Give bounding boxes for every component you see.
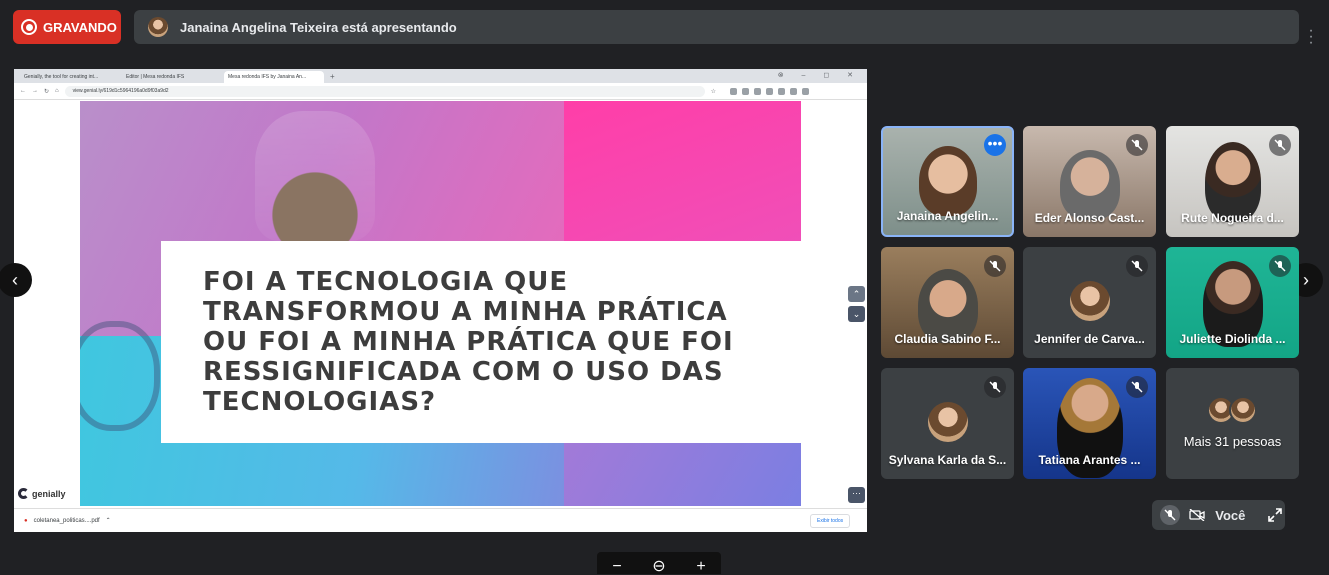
presenter-banner: Janaina Angelina Teixeira está apresenta… bbox=[134, 10, 1299, 44]
participant-name: Janaina Angelin... bbox=[896, 209, 999, 223]
participant-tile[interactable]: Claudia Sabino F... bbox=[881, 247, 1014, 358]
participant-name: Juliette Diolinda ... bbox=[1179, 332, 1286, 346]
zoom-in-button[interactable]: + bbox=[696, 559, 705, 575]
genially-logo: genially bbox=[18, 488, 66, 499]
participant-tile[interactable]: Rute Nogueira d... bbox=[1166, 126, 1299, 237]
mic-off-icon bbox=[984, 255, 1006, 277]
chevron-up-icon[interactable]: ⌃ bbox=[848, 286, 865, 302]
participant-video bbox=[918, 146, 977, 216]
reload-icon[interactable]: ↻ bbox=[44, 88, 49, 95]
participant-name: Tatiana Arantes ... bbox=[1038, 453, 1141, 467]
self-view-label: Você bbox=[1215, 507, 1246, 523]
zoom-toolbar: − ⊖ + bbox=[597, 552, 721, 575]
recording-indicator[interactable]: GRAVANDO bbox=[13, 10, 121, 44]
participant-avatar bbox=[1228, 396, 1257, 424]
mic-off-icon bbox=[1269, 255, 1291, 277]
back-icon[interactable]: ← bbox=[20, 88, 26, 94]
slide-pink-block bbox=[564, 101, 801, 241]
participant-tile[interactable]: ••• Janaina Angelin... bbox=[881, 126, 1014, 237]
more-options-icon[interactable]: ••• bbox=[984, 134, 1006, 156]
participant-tile[interactable]: Sylvana Karla da S... bbox=[881, 368, 1014, 479]
chevron-right-icon: › bbox=[1303, 269, 1309, 290]
address-bar: ← → ↻ ⌂ view.genial.ly/619d1c5964196a0d9… bbox=[14, 83, 867, 100]
participant-name: Rute Nogueira d... bbox=[1181, 211, 1284, 225]
browser-tab-active[interactable]: Mesa redonda IFS by Janaina An... bbox=[224, 71, 324, 83]
window-controls[interactable]: ⊗ – ◻ ✕ bbox=[778, 71, 861, 79]
participant-avatar bbox=[1069, 281, 1110, 321]
slide-question-text: Foi a tecnologia que transformou a minha… bbox=[203, 267, 734, 417]
participant-tile[interactable]: Eder Alonso Cast... bbox=[1023, 126, 1156, 237]
new-tab-icon[interactable]: + bbox=[330, 72, 335, 81]
zoom-reset-icon[interactable]: ⊖ bbox=[652, 559, 665, 575]
presenter-avatar bbox=[148, 17, 168, 37]
mic-off-icon[interactable] bbox=[1160, 505, 1180, 525]
browser-tab[interactable]: Editor | Mesa redonda IFS bbox=[122, 71, 222, 83]
participant-tile[interactable]: Juliette Diolinda ... bbox=[1166, 247, 1299, 358]
extension-icons[interactable] bbox=[730, 87, 810, 95]
show-all-downloads-button[interactable]: Exibir todos bbox=[810, 514, 851, 528]
chevron-down-icon[interactable]: ⌄ bbox=[848, 306, 865, 322]
mic-off-icon bbox=[1269, 134, 1291, 156]
more-participants-label: Mais 31 pessoas bbox=[1183, 434, 1282, 449]
browser-tab-strip: Genially, the tool for creating int... E… bbox=[14, 69, 867, 83]
participant-avatar-stack bbox=[1206, 396, 1257, 424]
self-view-bar[interactable]: Você bbox=[1152, 500, 1285, 530]
download-bar: ● coletanea_politicas....pdf ⌃ bbox=[14, 508, 867, 532]
star-icon[interactable]: ☆ bbox=[711, 88, 716, 95]
participant-tile[interactable]: Tatiana Arantes ... bbox=[1023, 368, 1156, 479]
more-options-icon[interactable]: · · · bbox=[1306, 23, 1316, 51]
presenter-text: Janaina Angelina Teixeira está apresenta… bbox=[180, 19, 457, 35]
download-file-name[interactable]: coletanea_politicas....pdf bbox=[34, 518, 100, 524]
more-participants-tile[interactable]: Mais 31 pessoas bbox=[1166, 368, 1299, 479]
slide-more-button[interactable]: ··· bbox=[848, 487, 865, 503]
url-field[interactable]: view.genial.ly/619d1c5964196a0d9f03a9d2 bbox=[64, 85, 705, 97]
participant-name: Jennifer de Carva... bbox=[1034, 332, 1145, 346]
forward-icon[interactable]: → bbox=[32, 88, 38, 94]
chevron-up-icon[interactable]: ⌃ bbox=[106, 517, 111, 524]
home-icon[interactable]: ⌂ bbox=[55, 88, 59, 94]
chevron-left-icon: ‹ bbox=[12, 269, 18, 290]
question-card: Foi a tecnologia que transformou a minha… bbox=[161, 241, 801, 443]
slide-purple-block bbox=[564, 443, 801, 506]
browser-tab[interactable]: Genially, the tool for creating int... bbox=[20, 71, 120, 83]
zoom-out-button[interactable]: − bbox=[612, 559, 621, 575]
mic-off-icon bbox=[1126, 255, 1148, 277]
hourglass-image bbox=[255, 111, 375, 241]
camera-off-icon[interactable] bbox=[1188, 505, 1208, 525]
pdf-icon: ● bbox=[24, 517, 28, 524]
shared-screen: Genially, the tool for creating int... E… bbox=[14, 69, 867, 532]
expand-icon[interactable] bbox=[1265, 505, 1285, 525]
participant-name: Sylvana Karla da S... bbox=[888, 453, 1007, 467]
mic-off-icon bbox=[1126, 376, 1148, 398]
participant-video bbox=[1059, 150, 1120, 220]
binder-clip-image bbox=[80, 321, 160, 431]
participant-tile[interactable]: Jennifer de Carva... bbox=[1023, 247, 1156, 358]
mic-off-icon bbox=[1126, 134, 1148, 156]
participant-video bbox=[1204, 142, 1261, 222]
participant-name: Claudia Sabino F... bbox=[894, 332, 1001, 346]
recording-label: GRAVANDO bbox=[43, 19, 117, 35]
record-icon bbox=[21, 19, 37, 35]
mic-off-icon bbox=[984, 376, 1006, 398]
participant-avatar bbox=[927, 402, 968, 442]
participant-name: Eder Alonso Cast... bbox=[1034, 211, 1145, 225]
